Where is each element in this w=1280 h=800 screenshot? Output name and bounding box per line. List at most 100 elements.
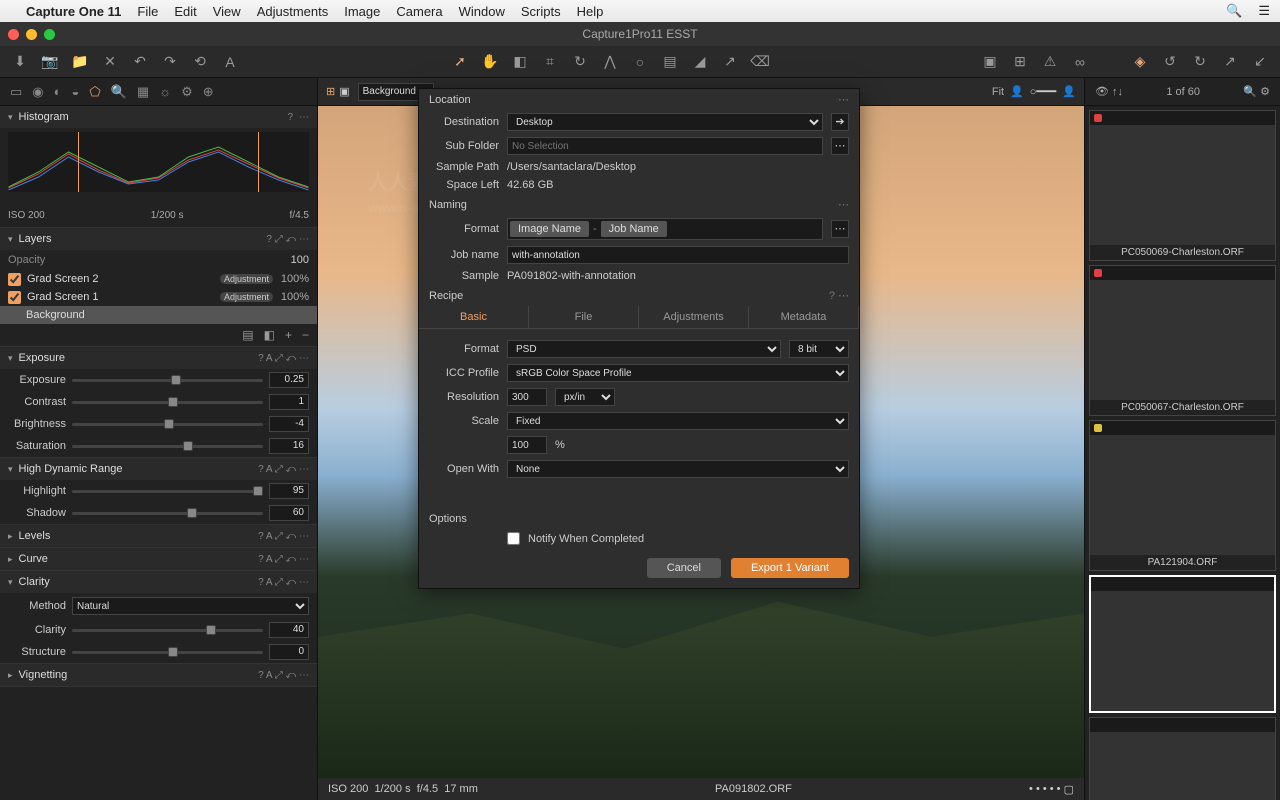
slider-track[interactable] (72, 445, 263, 448)
rotate-right-icon[interactable]: ↻ (1190, 53, 1210, 70)
tab-adjustments-icon[interactable]: ▦ (137, 84, 149, 100)
layer-row[interactable]: Background (0, 306, 317, 324)
slider-value[interactable]: 0.25 (269, 372, 309, 388)
res-unit-select[interactable]: px/in (555, 388, 615, 406)
curve-header[interactable]: ▸ Curve ? A ⤢ ↶ ⋯ (0, 548, 317, 570)
destination-select[interactable]: Desktop (507, 113, 823, 131)
tab-file[interactable]: File (529, 306, 639, 328)
thumbnail[interactable]: PA091802.ORF (1089, 717, 1276, 800)
menu-window[interactable]: Window (459, 4, 505, 19)
cancel-button[interactable]: Cancel (647, 558, 721, 578)
hdr-header[interactable]: ▾ High Dynamic Range ? A ⤢ ↶ ⋯ (0, 458, 317, 480)
tab-exposure-icon[interactable]: ⬠ (89, 84, 100, 100)
slider-track[interactable] (72, 379, 263, 382)
slider-track[interactable] (72, 651, 263, 654)
view-single-icon[interactable]: ▣ (339, 85, 349, 98)
layer-mask-icon[interactable]: ◧ (264, 328, 275, 342)
filter-icon[interactable]: ⚙ (1260, 85, 1270, 98)
openwith-select[interactable]: None (507, 460, 849, 478)
layer-add-icon[interactable]: + (285, 328, 292, 342)
import-icon[interactable]: ⬇ (10, 53, 30, 70)
export-button[interactable]: Export 1 Variant (731, 558, 849, 578)
spot-tool-icon[interactable]: ○ (630, 54, 650, 70)
capture-icon[interactable]: 📷 (40, 53, 60, 70)
slider-track[interactable] (72, 490, 263, 493)
app-name[interactable]: Capture One 11 (26, 4, 121, 19)
tab-basic[interactable]: Basic (419, 306, 529, 328)
tab-capture-icon[interactable]: ◉ (32, 84, 43, 100)
scale-value-input[interactable] (507, 436, 547, 454)
view-grid-icon[interactable]: ⊞ (326, 85, 335, 98)
menu-icon[interactable]: ⋯ (838, 290, 849, 302)
help-icon[interactable]: ? (287, 112, 293, 123)
gradient-tool-icon[interactable]: ◢ (690, 53, 710, 70)
go-icon[interactable]: ➔ (831, 113, 849, 131)
zoom-window-button[interactable] (44, 29, 55, 40)
process-icon[interactable]: ◈ (1130, 53, 1150, 70)
jobname-input[interactable] (507, 246, 849, 264)
tab-output-icon[interactable]: ⚙ (181, 84, 193, 100)
menu-extras-icon[interactable]: ☰ (1258, 3, 1270, 19)
slider-value[interactable]: 95 (269, 483, 309, 499)
cursor-tool-icon[interactable]: ➚ (450, 53, 470, 70)
eye-icon[interactable]: 👁 (1095, 85, 1109, 98)
menu-scripts[interactable]: Scripts (521, 4, 561, 19)
overlay-icon[interactable]: ▣ (980, 53, 1000, 70)
pan-tool-icon[interactable]: ✋ (480, 53, 500, 70)
tab-metadata[interactable]: Metadata (749, 306, 859, 328)
layer-row[interactable]: Grad Screen 1 Adjustment 100% (0, 288, 317, 306)
layers-header[interactable]: ▾ Layers ? ⤢ ↶ ⋯ (0, 228, 317, 250)
slider-track[interactable] (72, 423, 263, 426)
eraser-tool-icon[interactable]: ⌫ (750, 53, 770, 70)
tab-batch-icon[interactable]: ⊕ (203, 84, 214, 100)
token-job-name[interactable]: Job Name (601, 221, 667, 237)
search-icon[interactable]: 🔍 (1226, 3, 1242, 19)
help-icon[interactable]: ? (829, 290, 835, 302)
rotate-left-icon[interactable]: ↺ (1160, 53, 1180, 70)
slider-track[interactable] (72, 401, 263, 404)
reset-icon[interactable]: ⟲ (190, 53, 210, 70)
notify-checkbox[interactable] (507, 532, 520, 545)
loupe-tool-icon[interactable]: ◧ (510, 53, 530, 70)
crop-tool-icon[interactable]: ⌗ (540, 53, 560, 70)
minimize-window-button[interactable] (26, 29, 37, 40)
redo-icon[interactable]: ↷ (160, 53, 180, 70)
levels-header[interactable]: ▸ Levels ? A ⤢ ↶ ⋯ (0, 525, 317, 547)
subfolder-input[interactable] (507, 137, 823, 155)
fit-label[interactable]: Fit (992, 86, 1004, 98)
menu-view[interactable]: View (213, 4, 241, 19)
slider-value[interactable]: -4 (269, 416, 309, 432)
person-icon[interactable]: 👤 (1010, 85, 1024, 98)
brush-tool-icon[interactable]: ↗ (720, 53, 740, 70)
thumbnail[interactable]: PA121904.ORF (1089, 420, 1276, 571)
warning-icon[interactable]: ⚠ (1040, 53, 1060, 70)
tab-color-icon[interactable]: ◒ (72, 84, 80, 99)
folder-icon[interactable]: 📁 (70, 53, 90, 70)
tab-details-icon[interactable]: 🔍 (111, 84, 127, 100)
menu-icon[interactable]: ⋯ (838, 198, 849, 211)
menu-icon[interactable]: ⋯ (838, 93, 849, 106)
expand-icon[interactable]: ↗ (1220, 53, 1240, 70)
menu-camera[interactable]: Camera (396, 4, 442, 19)
token-image-name[interactable]: Image Name (510, 221, 589, 237)
mask-tool-icon[interactable]: ▤ (660, 53, 680, 70)
slider-value[interactable]: 40 (269, 622, 309, 638)
menu-image[interactable]: Image (344, 4, 380, 19)
zoom-slider[interactable]: ○━━━ (1030, 85, 1057, 98)
menu-help[interactable]: Help (577, 4, 604, 19)
layer-fill-icon[interactable]: ▤ (242, 328, 253, 342)
slider-track[interactable] (72, 629, 263, 632)
slider-value[interactable]: 0 (269, 644, 309, 660)
menu-icon[interactable]: ⋯ (299, 112, 309, 123)
resolution-input[interactable] (507, 388, 547, 406)
slider-value[interactable]: 1 (269, 394, 309, 410)
histogram-header[interactable]: ▾ Histogram ? ⋯ (0, 106, 317, 128)
collapse-icon[interactable]: ↙ (1250, 53, 1270, 70)
slider-value[interactable]: 60 (269, 505, 309, 521)
layer-checkbox[interactable] (8, 291, 21, 304)
reject-icon[interactable]: ✕ (100, 53, 120, 70)
search-icon[interactable]: 🔍 (1243, 85, 1257, 98)
more-icon[interactable]: ⋯ (831, 137, 849, 155)
thumbnail[interactable]: PC050069-Charleston.ORF (1089, 110, 1276, 261)
tab-metadata-icon[interactable]: ☼ (159, 84, 171, 99)
